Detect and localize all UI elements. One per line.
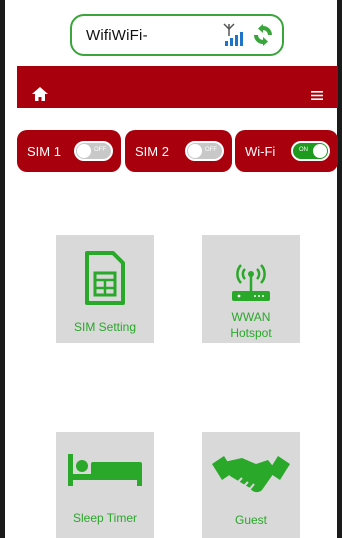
router-icon [232,264,270,301]
toggle-knob [77,144,91,158]
handshake-icon [212,456,290,493]
network-status-pill: WifiWiFi- [70,14,284,56]
sim2-toggle-card: SIM 2 OFF [125,130,232,172]
guest-label: Guest [234,513,267,527]
wifi-label: Wi-Fi [245,143,276,159]
sleep-timer-tile[interactable]: Sleep Timer [56,432,154,538]
sim-setting-label: SIM Setting [73,320,137,334]
toggle-knob [188,144,202,158]
wifi-state: ON [299,147,308,153]
sleep-timer-label: Sleep Timer [72,511,138,525]
ssid-label: WifiWiFi- [86,26,148,44]
sim1-state: OFF [94,147,106,153]
sim2-state: OFF [205,147,217,153]
header-bar [17,66,338,108]
guest-tile[interactable]: Guest [202,432,300,538]
sim1-toggle-card: SIM 1 OFF [17,130,121,172]
toggle-knob [313,144,327,158]
signal-strength-icon [223,23,243,46]
sim-setting-tile[interactable]: SIM Setting [56,235,154,343]
wwan-hotspot-tile[interactable]: WWAN Hotspot [202,235,300,343]
home-icon[interactable] [32,87,48,101]
sim1-toggle[interactable]: OFF [74,141,113,161]
wifi-toggle[interactable]: ON [291,141,330,161]
hamburger-menu-icon[interactable] [311,91,323,100]
wwan-hotspot-line2: Hotspot [230,326,272,340]
wwan-hotspot-line1: WWAN [231,310,271,324]
sim-card-icon [85,251,125,305]
sim2-toggle[interactable]: OFF [185,141,224,161]
bed-icon [68,454,142,486]
wifi-toggle-card: Wi-Fi ON [235,130,338,172]
left-window-edge [0,0,5,538]
sim2-label: SIM 2 [135,143,169,159]
wwan-hotspot-label: WWAN Hotspot [230,309,271,341]
refresh-icon[interactable] [252,24,274,46]
sim1-label: SIM 1 [27,143,61,159]
